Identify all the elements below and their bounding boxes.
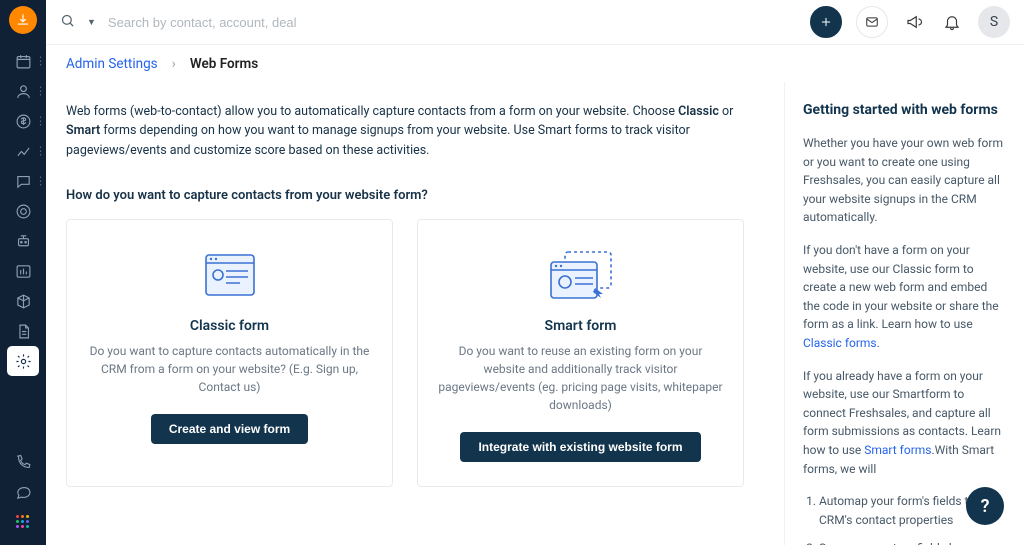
help-para-2: If you don't have a form on your website… bbox=[803, 241, 1006, 353]
classic-forms-link[interactable]: Classic forms bbox=[803, 336, 877, 350]
intro-text: Web forms (web-to-contact) allow you to … bbox=[66, 102, 764, 160]
breadcrumb-parent[interactable]: Admin Settings bbox=[66, 56, 158, 72]
apps-icon bbox=[16, 515, 30, 529]
nav-phone[interactable] bbox=[7, 447, 39, 477]
breadcrumb-current: Web Forms bbox=[190, 56, 258, 72]
nav-apps[interactable] bbox=[7, 507, 39, 537]
nav-reports[interactable]: ⋮ bbox=[7, 136, 39, 166]
classic-form-desc: Do you want to capture contacts automati… bbox=[87, 342, 372, 396]
nav-conversations[interactable]: ⋮ bbox=[7, 166, 39, 196]
help-panel: Getting started with web forms Whether y… bbox=[784, 82, 1024, 545]
help-step-2: Sync your custom fields by creating one … bbox=[819, 539, 1006, 545]
quick-add-button[interactable] bbox=[810, 6, 842, 38]
classic-form-illustration bbox=[87, 240, 372, 310]
announcements-button[interactable] bbox=[902, 10, 926, 34]
help-para-1: Whether you have your own web form or yo… bbox=[803, 134, 1006, 227]
help-fab[interactable]: ? bbox=[966, 487, 1004, 525]
chevron-right-icon: › bbox=[172, 56, 176, 72]
smart-forms-link[interactable]: Smart forms bbox=[864, 443, 931, 457]
classic-form-title: Classic form bbox=[87, 318, 372, 334]
help-panel-title: Getting started with web forms bbox=[803, 102, 1006, 118]
smart-form-card: Smart form Do you want to reuse an exist… bbox=[417, 219, 744, 487]
create-form-button[interactable]: Create and view form bbox=[151, 414, 308, 444]
help-para-3: If you already have a form on your websi… bbox=[803, 367, 1006, 479]
capture-question: How do you want to capture contacts from… bbox=[66, 188, 764, 203]
app-logo[interactable] bbox=[9, 6, 37, 34]
nav-contacts[interactable]: ⋮ bbox=[7, 76, 39, 106]
smart-form-desc: Do you want to reuse an existing form on… bbox=[438, 342, 723, 414]
nav-analytics[interactable] bbox=[7, 256, 39, 286]
search-input[interactable] bbox=[108, 15, 428, 30]
nav-calendar[interactable]: ⋮ bbox=[7, 46, 39, 76]
nav-settings[interactable] bbox=[7, 346, 39, 376]
integrate-form-button[interactable]: Integrate with existing website form bbox=[460, 432, 700, 462]
nav-documents[interactable] bbox=[7, 316, 39, 346]
nav-goals[interactable] bbox=[7, 196, 39, 226]
main-content: Web forms (web-to-contact) allow you to … bbox=[46, 82, 784, 545]
user-avatar[interactable]: S bbox=[978, 6, 1010, 38]
notifications-button[interactable] bbox=[940, 10, 964, 34]
smart-form-illustration bbox=[438, 240, 723, 310]
nav-chat[interactable] bbox=[7, 477, 39, 507]
smart-form-title: Smart form bbox=[438, 318, 723, 334]
search-filter-dropdown[interactable]: ▼ bbox=[87, 17, 96, 28]
nav-bot[interactable] bbox=[7, 226, 39, 256]
search-icon[interactable] bbox=[60, 13, 75, 32]
breadcrumb: Admin Settings › Web Forms bbox=[46, 44, 1024, 82]
sidebar: ⋮ ⋮ ⋮ ⋮ ⋮ bbox=[0, 0, 46, 545]
nav-products[interactable] bbox=[7, 286, 39, 316]
nav-deals[interactable]: ⋮ bbox=[7, 106, 39, 136]
classic-form-card: Classic form Do you want to capture cont… bbox=[66, 219, 393, 487]
topbar: ▼ S bbox=[46, 0, 1024, 44]
email-button[interactable] bbox=[856, 6, 888, 38]
